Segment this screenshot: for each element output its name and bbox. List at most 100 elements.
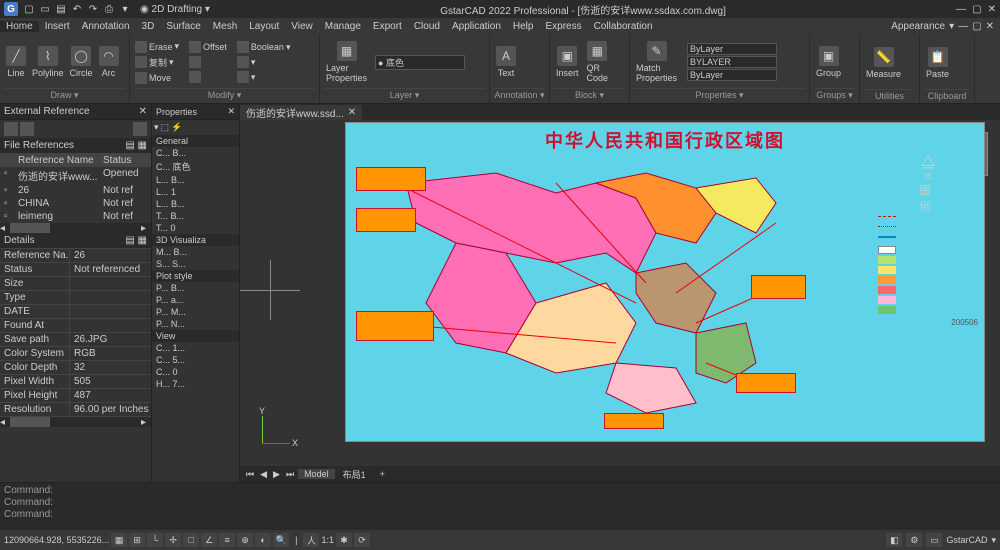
doc-tab-close-icon[interactable]: ✕ xyxy=(348,107,356,118)
xref-row[interactable]: ▫26Not ref xyxy=(0,184,151,197)
maximize-button[interactable]: ▢ xyxy=(972,4,981,15)
layer-combo[interactable]: ● 底色 xyxy=(375,55,465,70)
prop-row[interactable]: M... B... xyxy=(152,246,239,258)
erase-tool[interactable]: Erase ▾ xyxy=(134,40,180,54)
layer-props-tool[interactable]: ▦Layer Properties xyxy=(324,39,369,85)
anno-auto-toggle[interactable]: ⟳ xyxy=(354,533,370,547)
detail-row[interactable]: Type xyxy=(0,291,151,305)
detail-row[interactable]: Size xyxy=(0,277,151,291)
match-props-tool[interactable]: ✎Match Properties xyxy=(634,39,679,85)
ortho-toggle[interactable]: └ xyxy=(147,533,163,547)
snap-toggle[interactable]: ▦ xyxy=(111,533,127,547)
detail-row[interactable]: Resolution96.00 per Inches xyxy=(0,403,151,417)
tab-prev-icon[interactable]: ◀ xyxy=(258,469,269,480)
menu-surface[interactable]: Surface xyxy=(160,21,206,32)
details-hscroll[interactable]: ◂▸ xyxy=(0,417,151,427)
cycle-toggle[interactable]: ◐ xyxy=(255,533,271,547)
add-layout-tab[interactable]: + xyxy=(374,469,391,479)
tray-expand-icon[interactable]: ▾ xyxy=(991,535,996,546)
detail-row[interactable]: Reference Na...26 xyxy=(0,249,151,263)
linetype-combo[interactable]: BYLAYER xyxy=(687,56,777,68)
anno-scale[interactable]: 1:1 xyxy=(321,535,334,545)
col-status[interactable]: Status xyxy=(103,155,147,166)
lwt-toggle[interactable]: ≡ xyxy=(219,533,235,547)
tab-next-icon[interactable]: ▶ xyxy=(271,469,282,480)
prop-row[interactable]: L... B... xyxy=(152,174,239,186)
prop-row[interactable]: C... 0 xyxy=(152,366,239,378)
props-pick-icon[interactable]: ⬚ xyxy=(161,122,170,133)
xref-hscroll[interactable]: ◂▸ xyxy=(0,223,151,233)
canvas[interactable]: Y X 上 中华人民共和国行政区域图 xyxy=(240,120,1000,466)
more-icon[interactable]: ▾ xyxy=(118,2,132,16)
tree-view-icon[interactable]: ▦ xyxy=(138,140,147,151)
group-tool[interactable]: ▣Group xyxy=(814,44,843,80)
print-icon[interactable]: ⎙ xyxy=(102,2,116,16)
polar-toggle[interactable]: ✢ xyxy=(165,533,181,547)
detail-row[interactable]: Color Depth32 xyxy=(0,361,151,375)
polyline-tool[interactable]: ⌇Polyline xyxy=(30,44,66,80)
new-icon[interactable]: ▢ xyxy=(22,2,36,16)
detail-row[interactable]: Pixel Width505 xyxy=(0,375,151,389)
move-tool[interactable]: Move xyxy=(134,71,180,85)
coords-readout[interactable]: 12090664.928, 5535226... xyxy=(4,535,109,545)
menu-collaboration[interactable]: Collaboration xyxy=(588,21,659,32)
app-logo[interactable]: G xyxy=(4,2,18,16)
xref-attach-icon[interactable] xyxy=(4,122,18,136)
prop-row[interactable]: P... a... xyxy=(152,294,239,306)
save-icon[interactable]: ▤ xyxy=(54,2,68,16)
menu-home[interactable]: Home xyxy=(0,21,39,32)
doc-minimize-icon[interactable]: ― xyxy=(958,21,968,32)
menu-help[interactable]: Help xyxy=(507,21,540,32)
document-tab[interactable]: 伤逝的安详www.ssd...✕ xyxy=(240,105,362,120)
dyn-toggle[interactable]: ⊕ xyxy=(237,533,253,547)
command-window[interactable]: Command: Command: Command: xyxy=(0,482,1000,530)
prop-row[interactable]: C... 底色 xyxy=(152,159,239,174)
menu-manage[interactable]: Manage xyxy=(319,21,367,32)
doc-restore-icon[interactable]: ▢ xyxy=(972,21,981,32)
color-combo[interactable]: ByLayer xyxy=(687,43,777,55)
doc-close-icon[interactable]: ✕ xyxy=(986,21,994,32)
clean-toggle[interactable]: ▭ xyxy=(926,533,942,547)
trim-tool[interactable]: ▾ xyxy=(236,55,292,69)
cat-view[interactable]: View xyxy=(152,330,239,342)
detail-view-a-icon[interactable]: ▤ xyxy=(125,235,134,246)
workspace-selector[interactable]: ◉ 2D Drafting ▾ xyxy=(140,4,210,15)
prop-row[interactable]: P... B... xyxy=(152,282,239,294)
detail-row[interactable]: Save path26.JPG xyxy=(0,333,151,347)
measure-tool[interactable]: 📏Measure xyxy=(864,45,903,81)
boolean-tool[interactable]: Boolean ▾ xyxy=(236,40,292,54)
xref-close-icon[interactable]: ✕ xyxy=(139,106,147,117)
props-quick-icon[interactable]: ⚡ xyxy=(171,122,182,133)
cat-general[interactable]: General xyxy=(152,135,239,147)
detail-view-b-icon[interactable]: ▦ xyxy=(138,235,147,246)
prop-row[interactable]: P... N... xyxy=(152,318,239,330)
menu-cloud[interactable]: Cloud xyxy=(408,21,446,32)
appearance-dropdown-icon[interactable]: ▾ xyxy=(949,21,954,32)
xref-row[interactable]: ▫CHINANot ref xyxy=(0,197,151,210)
xref-row[interactable]: ▫leimengNot ref xyxy=(0,210,151,223)
circle-tool[interactable]: ◯Circle xyxy=(68,44,95,80)
osnap-toggle[interactable]: □ xyxy=(183,533,199,547)
detail-row[interactable]: DATE xyxy=(0,305,151,319)
layout1-tab[interactable]: 布局1 xyxy=(337,468,372,481)
prop-row[interactable]: P... M... xyxy=(152,306,239,318)
mirror-tool[interactable] xyxy=(188,55,228,69)
copy-tool[interactable]: 复制 ▾ xyxy=(134,55,180,70)
minimize-button[interactable]: ― xyxy=(956,4,966,15)
menu-export[interactable]: Export xyxy=(367,21,408,32)
hardware-toggle[interactable]: ⚙ xyxy=(906,533,922,547)
xref-row[interactable]: ▫伤逝的安详www...Opened xyxy=(0,167,151,184)
grid-toggle[interactable]: ⊞ xyxy=(129,533,145,547)
close-button[interactable]: ✕ xyxy=(988,4,996,15)
redo-icon[interactable]: ↷ xyxy=(86,2,100,16)
paste-tool[interactable]: 📋Paste xyxy=(924,45,951,81)
props-close-icon[interactable]: ✕ xyxy=(227,106,235,117)
appearance-menu[interactable]: Appearance xyxy=(891,21,945,32)
list-view-icon[interactable]: ▤ xyxy=(125,140,134,151)
xref-refresh-icon[interactable] xyxy=(20,122,34,136)
detail-row[interactable]: StatusNot referenced xyxy=(0,263,151,277)
col-name[interactable]: Reference Name xyxy=(18,155,103,166)
menu-view[interactable]: View xyxy=(285,21,319,32)
prop-row[interactable]: H... 7... xyxy=(152,378,239,390)
otrack-toggle[interactable]: ∠ xyxy=(201,533,217,547)
